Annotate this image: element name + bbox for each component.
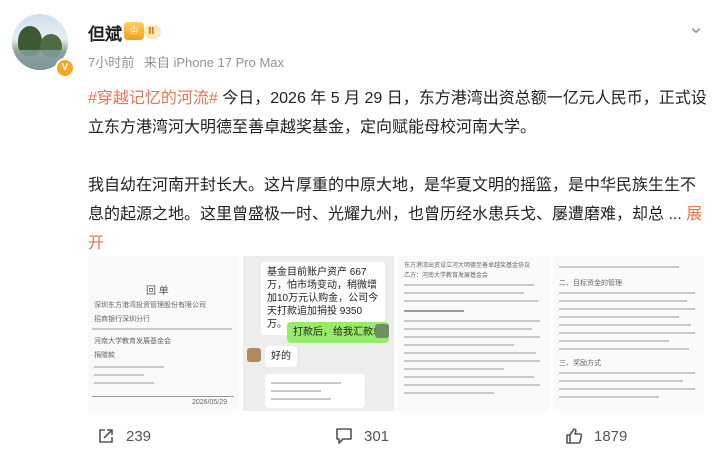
like-button[interactable]: 1879 <box>564 424 627 448</box>
contract-line-2 <box>404 292 524 294</box>
appendix-line-12 <box>559 396 659 398</box>
crown-icon: ♔ <box>124 22 144 40</box>
receipt-date: 2026/05/29 <box>192 399 228 406</box>
post-paragraph-1: #穿越记忆的河流# 今日，2026 年 5 月 29 日，东方港湾出资总额一亿元… <box>88 84 708 142</box>
chat-attachment <box>265 374 365 408</box>
receipt-line-a <box>94 366 164 368</box>
contract-line-5 <box>404 328 532 330</box>
appendix-line-6 <box>559 332 695 334</box>
appendix-line-2 <box>559 300 687 302</box>
post-paragraph-2-text: 我自幼在河南开封长大。这片厚重的中原大地，是华夏文明的摇篮，是中华民族生生不息的… <box>88 177 697 223</box>
more-options-button[interactable]: ⌄ <box>683 16 709 38</box>
image-receipt[interactable]: 回 单 深圳东方港湾投资管理股份有限公司 招商银行深圳分行 河南大学教育发展基金… <box>88 256 239 411</box>
post-meta: 7小时前 来自 iPhone 17 Pro Max <box>88 52 290 71</box>
appendix-heading: 二、目标资金的管理 <box>559 280 622 287</box>
chat-avatar-self <box>375 324 389 338</box>
appendix-line-10 <box>559 380 683 382</box>
contract-line-13 <box>404 392 494 394</box>
contract-line-4 <box>404 320 540 322</box>
receipt-bottom-rule <box>92 396 234 397</box>
attachment-line-3 <box>271 398 331 400</box>
username[interactable]: 但斌 <box>88 20 122 45</box>
appendix-line-5 <box>559 324 691 326</box>
share-button[interactable]: 239 <box>96 424 151 448</box>
receipt-line-b <box>94 374 144 376</box>
chat-avatar-other <box>247 348 261 362</box>
receipt-line-3: 河南大学教育发展基金会 <box>94 338 171 345</box>
chevron-down-icon: ⌄ <box>687 16 705 38</box>
post-paragraph-2: 我自幼在河南开封长大。这片厚重的中原大地，是华夏文明的摇篮，是中华民族生生不息的… <box>88 171 708 258</box>
attachment-line-1 <box>271 382 341 384</box>
attachment-line-2 <box>271 390 321 392</box>
post-text: #穿越记忆的河流# 今日，2026 年 5 月 29 日，东方港湾出资总额一亿元… <box>88 84 708 258</box>
contract-line-6 <box>404 336 540 338</box>
receipt-rule <box>92 328 232 330</box>
image-grid: 回 单 深圳东方港湾投资管理股份有限公司 招商银行深圳分行 河南大学教育发展基金… <box>88 256 716 411</box>
contract-line-10 <box>404 368 504 370</box>
appendix-line-11 <box>559 388 695 390</box>
contract-heading <box>404 310 464 312</box>
contract-line-12 <box>404 384 540 386</box>
appendix-line-9 <box>559 372 695 374</box>
post-time[interactable]: 7小时前 <box>88 55 134 70</box>
contract-party: 乙方：河南大学教育发展基金会 <box>404 273 489 279</box>
verified-badge-icon: V <box>55 58 75 78</box>
receipt-line-2: 招商银行深圳分行 <box>94 316 150 323</box>
comment-count: 301 <box>364 427 390 445</box>
chat-message-3: 好的 <box>265 346 297 367</box>
contract-title: 东方港湾出资设立河大明德至善卓越奖基金协议 <box>404 263 531 269</box>
comment-icon <box>336 428 352 444</box>
contract-line-7 <box>404 344 514 346</box>
appendix-line-4 <box>559 316 679 318</box>
receipt-title: 回 单 <box>146 286 169 297</box>
appendix-line-7 <box>559 340 669 342</box>
appendix-line-1 <box>559 292 695 294</box>
hashtag-link[interactable]: #穿越记忆的河流# <box>88 90 218 107</box>
receipt-line-c <box>94 382 154 384</box>
level-badge[interactable]: Ⅱ <box>144 25 161 39</box>
contract-line-9 <box>404 360 540 362</box>
post-ellipsis: ... <box>664 206 687 223</box>
like-count: 1879 <box>594 427 628 445</box>
image-chat[interactable]: 基金目前账户资产 667万，怕市场变动，稍微增加10万元认购金，公司今天打款追加… <box>243 256 394 411</box>
contract-line-3 <box>404 300 538 302</box>
appendix-line-3 <box>559 308 695 310</box>
contract-line-11 <box>404 376 534 378</box>
image-contract[interactable]: 东方港湾出资设立河大明德至善卓越奖基金协议 乙方：河南大学教育发展基金会 <box>398 256 549 411</box>
action-bar: 239 301 1879 <box>0 418 721 454</box>
chat-message-2: 打款后，给我汇款单 <box>287 322 389 343</box>
comment-button[interactable]: 301 <box>334 424 389 448</box>
appendix-line-0 <box>559 266 679 268</box>
contract-line-1 <box>404 284 534 286</box>
appendix-section: 三、奖励方式 <box>559 360 601 367</box>
post-source: 来自 iPhone 17 Pro Max <box>143 55 285 70</box>
thumbs-up-icon <box>566 428 583 444</box>
receipt-line-1: 深圳东方港湾投资管理股份有限公司 <box>94 302 206 309</box>
share-icon <box>99 429 113 443</box>
contract-line-8 <box>404 352 536 354</box>
image-appendix[interactable]: 二、目标资金的管理 三、奖励方式 <box>553 256 704 411</box>
share-count: 239 <box>126 427 152 445</box>
weibo-post: V 但斌 ♔ Ⅱ 7小时前 来自 iPhone 17 Pro Max ⌄ #穿越… <box>0 0 721 454</box>
receipt-line-4: 捐赠款 <box>94 352 115 359</box>
appendix-line-8 <box>559 348 689 350</box>
